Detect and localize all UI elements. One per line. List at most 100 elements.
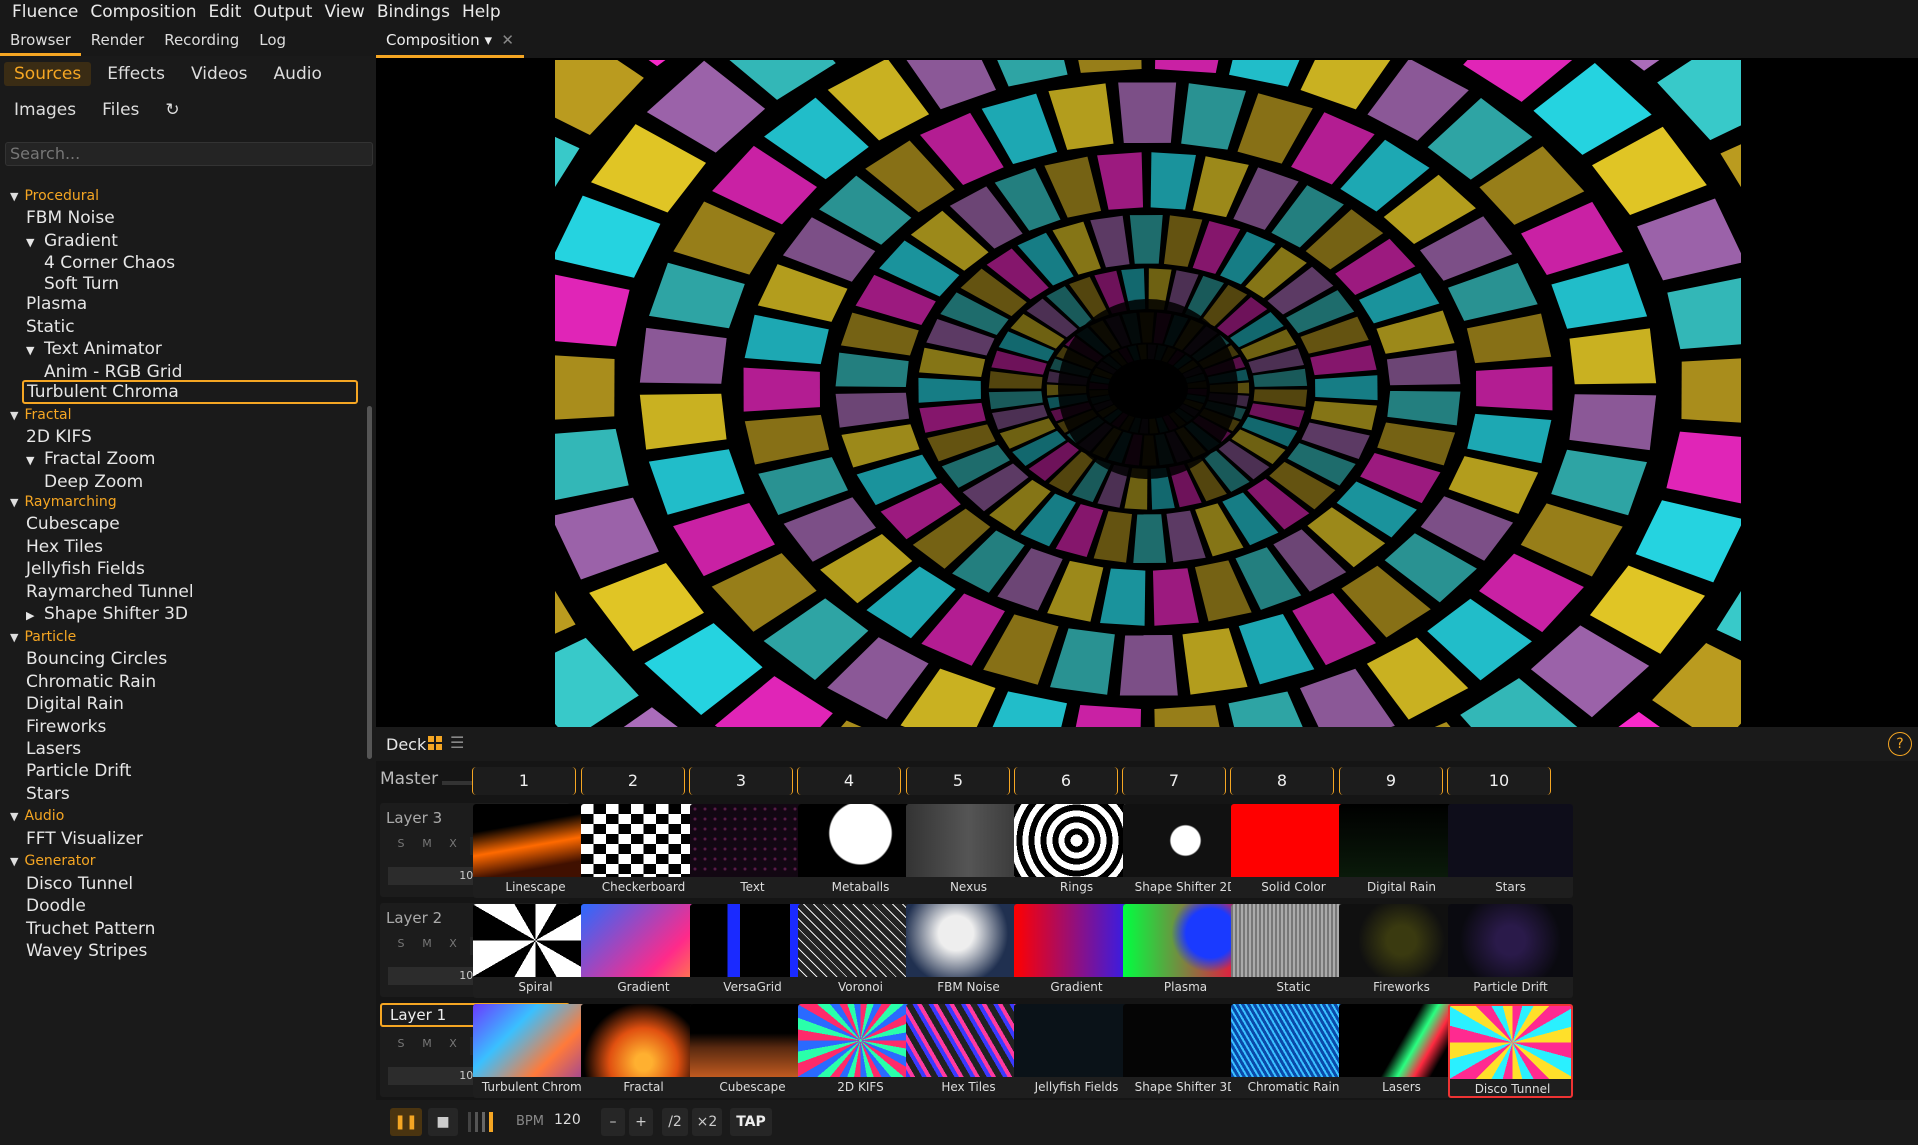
clip-slot[interactable]: Lasers: [1339, 1004, 1464, 1098]
tree-category[interactable]: ▼ Procedural: [10, 184, 99, 208]
tree-item[interactable]: ▼ Text Animator: [26, 337, 162, 361]
clip-slot[interactable]: Shape Shifter 2D: [1123, 804, 1248, 898]
expand-icon[interactable]: ▼: [26, 344, 38, 357]
column-header[interactable]: 6: [1014, 767, 1118, 795]
expand-icon[interactable]: ▼: [10, 409, 18, 422]
tree-category[interactable]: ▼ Particle: [10, 625, 76, 649]
tree-item[interactable]: Cubescape: [26, 512, 120, 536]
tree-category[interactable]: ▼ Raymarching: [10, 490, 117, 514]
tree-item[interactable]: Raymarched Tunnel: [26, 580, 194, 604]
bpm-minus-button[interactable]: –: [601, 1108, 625, 1136]
clip-slot[interactable]: Plasma: [1123, 904, 1248, 998]
clip-slot[interactable]: Shape Shifter 3D: [1123, 1004, 1248, 1098]
clip-slot[interactable]: Metaballs: [798, 804, 923, 898]
menu-item[interactable]: Fluence: [12, 2, 78, 22]
clip-slot[interactable]: Fireworks: [1339, 904, 1464, 998]
clip-slot[interactable]: Hex Tiles: [906, 1004, 1031, 1098]
tree-item[interactable]: Truchet Pattern: [26, 917, 155, 941]
mute-button[interactable]: M: [414, 937, 440, 950]
column-header[interactable]: 5: [906, 767, 1010, 795]
pause-button[interactable]: ❚❚: [390, 1108, 422, 1136]
menu-item[interactable]: Help: [462, 2, 501, 22]
tree-item[interactable]: FBM Noise: [26, 206, 115, 230]
tree-category[interactable]: ▼ Fractal: [10, 403, 72, 427]
column-header[interactable]: 2: [581, 767, 685, 795]
solo-button[interactable]: S: [388, 837, 414, 850]
tree-item[interactable]: Disco Tunnel: [26, 872, 133, 896]
column-header[interactable]: 1: [472, 767, 576, 795]
clip-slot[interactable]: Text: [690, 804, 815, 898]
expand-icon[interactable]: ▼: [10, 855, 18, 868]
tree-category[interactable]: ▼ Generator: [10, 849, 96, 873]
clip-slot[interactable]: Static: [1231, 904, 1356, 998]
solo-button[interactable]: S: [388, 937, 414, 950]
clip-slot[interactable]: 2D KIFS: [798, 1004, 923, 1098]
collapse-icon[interactable]: ▶: [26, 609, 38, 622]
tree-item[interactable]: Turbulent Chroma: [22, 380, 358, 404]
tab-log[interactable]: Log: [249, 24, 296, 56]
column-header[interactable]: 8: [1230, 767, 1334, 795]
tree-item[interactable]: Static: [26, 315, 75, 339]
tree-item[interactable]: Fireworks: [26, 715, 106, 739]
tree-item[interactable]: Wavey Stripes: [26, 939, 147, 963]
clip-slot[interactable]: Fractal: [581, 1004, 706, 1098]
tree-item[interactable]: Chromatic Rain: [26, 670, 156, 694]
bpm-double-button[interactable]: ×2: [692, 1108, 722, 1136]
clip-slot[interactable]: Jellyfish Fields: [1014, 1004, 1139, 1098]
tree-item[interactable]: Plasma: [26, 292, 87, 316]
tab-effects[interactable]: Effects: [97, 62, 175, 86]
tab-render[interactable]: Render: [81, 24, 154, 56]
tree-item[interactable]: Particle Drift: [26, 759, 131, 783]
column-header[interactable]: 4: [797, 767, 901, 795]
clip-slot[interactable]: Turbulent Chroma: [473, 1004, 598, 1098]
tree-item[interactable]: ▼ Gradient: [26, 229, 118, 253]
clip-slot[interactable]: Rings: [1014, 804, 1139, 898]
tab-composition[interactable]: Composition ▾ ✕: [376, 24, 524, 58]
clip-slot[interactable]: FBM Noise: [906, 904, 1031, 998]
tree-item[interactable]: FFT Visualizer: [26, 827, 143, 851]
clip-slot[interactable]: Digital Rain: [1339, 804, 1464, 898]
clip-slot[interactable]: Checkerboard: [581, 804, 706, 898]
expand-icon[interactable]: ▼: [26, 454, 38, 467]
clip-slot[interactable]: Stars: [1448, 804, 1573, 898]
search-input[interactable]: Search...: [5, 142, 373, 166]
clip-slot[interactable]: Chromatic Rain: [1231, 1004, 1356, 1098]
solo-button[interactable]: S: [388, 1037, 414, 1050]
tree-scrollbar[interactable]: [367, 406, 372, 759]
tree-item[interactable]: 2D KIFS: [26, 425, 92, 449]
clip-slot[interactable]: Linescape: [473, 804, 598, 898]
menu-item[interactable]: View: [324, 2, 364, 22]
menu-item[interactable]: Output: [253, 2, 312, 22]
menu-item[interactable]: Bindings: [377, 2, 450, 22]
clear-button[interactable]: X: [440, 837, 466, 850]
tree-item[interactable]: Digital Rain: [26, 692, 124, 716]
clip-slot[interactable]: Spiral: [473, 904, 598, 998]
clip-slot[interactable]: Gradient: [1014, 904, 1139, 998]
clip-slot[interactable]: Nexus: [906, 804, 1031, 898]
bpm-value[interactable]: 120: [554, 1112, 581, 1128]
tab-browser[interactable]: Browser: [0, 24, 81, 56]
expand-icon[interactable]: ▼: [10, 810, 18, 823]
tree-item[interactable]: Stars: [26, 782, 70, 806]
clip-slot[interactable]: Particle Drift: [1448, 904, 1573, 998]
tab-sources[interactable]: Sources: [4, 62, 92, 86]
menu-item[interactable]: Edit: [209, 2, 242, 22]
clip-slot[interactable]: Voronoi: [798, 904, 923, 998]
tree-item[interactable]: Jellyfish Fields: [26, 557, 145, 581]
clip-slot[interactable]: VersaGrid: [690, 904, 815, 998]
tree-item[interactable]: Bouncing Circles: [26, 647, 167, 671]
tab-images[interactable]: Images: [4, 98, 86, 122]
expand-icon[interactable]: ▼: [26, 236, 38, 249]
tab-files[interactable]: Files: [92, 98, 149, 122]
stop-button[interactable]: ■: [428, 1108, 458, 1136]
refresh-icon[interactable]: ↻: [155, 98, 189, 122]
mute-button[interactable]: M: [414, 837, 440, 850]
mute-button[interactable]: M: [414, 1037, 440, 1050]
tree-item[interactable]: ▶ Shape Shifter 3D: [26, 602, 188, 626]
tree-item[interactable]: Lasers: [26, 737, 81, 761]
menu-item[interactable]: Composition: [90, 2, 196, 22]
expand-icon[interactable]: ▼: [10, 496, 18, 509]
column-header[interactable]: 7: [1122, 767, 1226, 795]
list-view-icon[interactable]: ☰: [450, 733, 464, 752]
tree-item[interactable]: Hex Tiles: [26, 535, 103, 559]
